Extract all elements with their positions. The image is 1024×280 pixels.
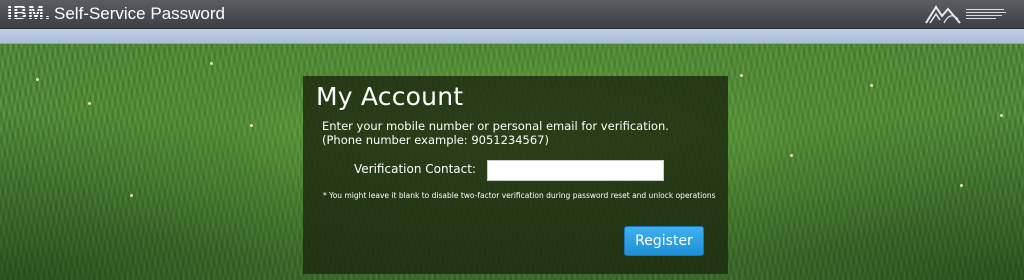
flower-dot xyxy=(960,184,963,187)
description-line-2: (Phone number example: 9051234567) xyxy=(322,133,549,147)
flower-dot xyxy=(36,78,39,81)
flower-dot xyxy=(250,124,253,127)
flower-dot xyxy=(740,74,743,77)
partner-logo-text-lines xyxy=(966,9,1006,19)
sub-header-bar xyxy=(0,29,1024,44)
flower-dot xyxy=(88,102,91,105)
description-line-1: Enter your mobile number or personal ema… xyxy=(322,119,669,133)
flower-dot xyxy=(130,194,133,197)
app-title: Self-Service Password xyxy=(54,4,226,23)
panel-description: Enter your mobile number or personal ema… xyxy=(322,119,669,147)
flower-dot xyxy=(210,62,213,65)
flower-dot xyxy=(870,84,873,87)
my-account-panel: My Account Enter your mobile number or p… xyxy=(303,76,728,274)
ibm-logo: IBM. xyxy=(7,3,52,24)
flower-dot xyxy=(790,154,793,157)
panel-title: My Account xyxy=(316,82,464,111)
two-factor-note: * You might leave it blank to disable tw… xyxy=(323,191,716,200)
partner-emblem-icon xyxy=(925,5,961,24)
top-header-bar: IBM. Self-Service Password xyxy=(0,0,1024,29)
verification-contact-label: Verification Contact: xyxy=(354,162,476,176)
flower-dot xyxy=(1000,114,1003,117)
verification-contact-input[interactable] xyxy=(487,160,664,181)
register-button[interactable]: Register xyxy=(624,226,704,256)
partner-logo xyxy=(924,2,1010,26)
